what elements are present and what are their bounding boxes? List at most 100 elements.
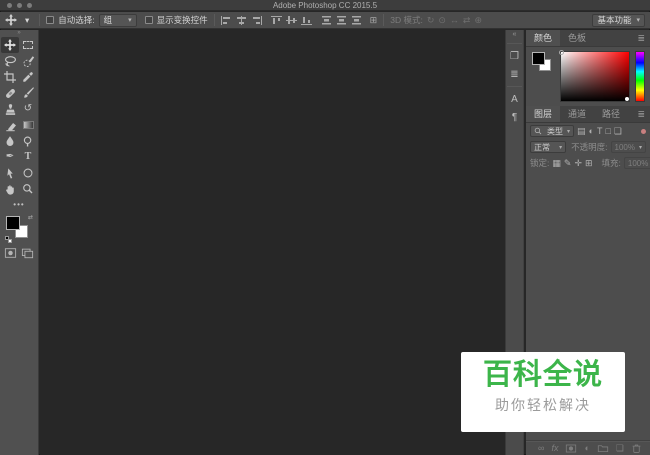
3d-drag-button[interactable]: ↔ (450, 15, 459, 25)
tab-swatches[interactable]: 色板 (560, 30, 594, 46)
history-brush-tool[interactable]: ↺ (19, 101, 37, 117)
distribute-vertical-centers-button[interactable] (335, 15, 347, 25)
3d-roll-button[interactable]: ⊙ (438, 15, 446, 25)
adjustment-layer-button[interactable]: ◐ (584, 443, 589, 453)
filter-toggle-light[interactable] (641, 128, 646, 134)
gradient-tool[interactable] (19, 117, 37, 133)
fill-label: 填充: (601, 158, 621, 168)
type-icon: T (24, 151, 32, 162)
canvas-pasteboard[interactable] (40, 30, 505, 455)
path-selection-tool[interactable] (1, 165, 19, 181)
default-bg-icon (8, 239, 12, 243)
tab-color[interactable]: 颜色 (526, 30, 561, 46)
auto-select-dropdown[interactable]: 组 ▾ (98, 13, 137, 27)
default-colors-button[interactable] (5, 236, 12, 243)
ellipse-tool[interactable] (19, 165, 37, 181)
opacity-dropdown[interactable]: 100% ▾ (610, 141, 646, 153)
color-field-cursor[interactable] (559, 50, 564, 55)
move-tool[interactable] (1, 37, 19, 53)
auto-select-value: 组 (103, 15, 113, 25)
color-fg-swatch[interactable] (532, 52, 545, 65)
fill-dropdown[interactable]: 100% ▾ (623, 157, 650, 169)
chevron-down-icon: ▾ (128, 16, 132, 24)
lock-artboard-button[interactable]: ⊞ (585, 158, 593, 168)
lock-transparent-pixels-button[interactable]: ▦ (552, 158, 561, 168)
tool-preset-caret-icon[interactable]: ▾ (21, 14, 33, 27)
3d-rotate-button[interactable]: ↻ (427, 15, 435, 25)
align-left-edges-button[interactable] (220, 15, 232, 25)
color-panel-menu-icon[interactable]: ≣ (632, 30, 650, 46)
crop-tool[interactable] (1, 69, 19, 85)
quick-selection-tool[interactable] (19, 53, 37, 69)
clone-stamp-tool[interactable] (1, 101, 19, 117)
saturation-brightness-field[interactable] (559, 50, 630, 102)
filter-type-button[interactable]: T (597, 126, 603, 136)
hue-slider[interactable] (635, 51, 645, 102)
layers-panel-menu-icon[interactable]: ≣ (632, 106, 650, 122)
brush-tool[interactable] (19, 85, 37, 101)
filter-smart-object-button[interactable]: ❏ (614, 126, 622, 136)
edit-toolbar-button[interactable]: ••• (0, 200, 38, 209)
quick-mask-button[interactable] (4, 247, 17, 259)
distribute-spacing-button[interactable]: ⊞ (370, 15, 378, 25)
new-group-button[interactable] (597, 443, 609, 454)
zoom-tool[interactable] (19, 181, 37, 197)
align-bottom-edges-button[interactable] (300, 15, 312, 25)
divider (39, 14, 41, 26)
foreground-color-swatch[interactable] (6, 216, 20, 230)
3d-slide-button[interactable]: ⇄ (463, 15, 471, 25)
filter-shape-button[interactable]: □ (605, 126, 610, 136)
align-right-edges-button[interactable] (250, 15, 262, 25)
eyedropper-tool[interactable] (19, 69, 37, 85)
character-panel-button[interactable]: A (505, 90, 524, 108)
delete-layer-button[interactable] (631, 443, 642, 454)
3d-scale-button[interactable]: ⊕ (474, 15, 482, 25)
window-title: Adobe Photoshop CC 2015.5 (272, 1, 378, 10)
align-horizontal-centers-button[interactable] (235, 15, 247, 25)
distribute-bottom-edges-button[interactable] (350, 15, 362, 25)
align-vertical-centers-button[interactable] (285, 15, 297, 25)
workspace-switcher[interactable]: 基本功能 ▾ (592, 13, 645, 27)
blur-tool[interactable] (1, 133, 19, 149)
healing-brush-tool[interactable] (1, 85, 19, 101)
filter-kind-dropdown[interactable]: 类型 ▾ (530, 125, 575, 137)
layer-style-button[interactable]: fx (551, 443, 558, 453)
auto-select-checkbox[interactable] (46, 16, 55, 24)
lock-position-button[interactable]: ✛ (574, 158, 582, 168)
move-tool-preset-icon[interactable] (5, 14, 17, 26)
new-layer-button[interactable]: ❏ (616, 443, 624, 453)
crop-icon (4, 71, 16, 83)
marquee-tool[interactable] (19, 37, 37, 53)
add-layer-mask-button[interactable] (565, 443, 577, 454)
dodge-tool[interactable] (19, 133, 37, 149)
tab-channels[interactable]: 通道 (560, 106, 594, 122)
distribute-top-edges-button[interactable] (320, 15, 332, 25)
history-panel-button[interactable]: ❐ (505, 47, 524, 65)
hand-tool[interactable] (1, 181, 19, 197)
show-transform-label: 显示变换控件 (156, 15, 208, 25)
link-layers-button[interactable]: ∞ (538, 443, 544, 453)
tools-panel: » ↺ ✒ T ••• ⇄ (0, 30, 39, 455)
properties-panel-button[interactable]: ≣ (505, 65, 524, 83)
dodge-icon (23, 135, 32, 146)
expand-panels-button[interactable]: « (513, 30, 517, 40)
filter-adjustment-button[interactable]: ◐ (589, 126, 594, 136)
eraser-icon (5, 122, 16, 131)
ellipse-icon (23, 168, 33, 178)
paragraph-panel-button[interactable]: ¶ (505, 108, 524, 126)
lasso-tool[interactable] (1, 53, 19, 69)
blend-mode-dropdown[interactable]: 正常 ▾ (530, 141, 567, 153)
title-bar[interactable]: Adobe Photoshop CC 2015.5 (0, 0, 650, 11)
toolbar-grip-icon[interactable]: » (17, 30, 20, 36)
filter-image-button[interactable]: ▤ (577, 126, 586, 136)
eraser-tool[interactable] (1, 117, 19, 133)
lock-image-pixels-button[interactable]: ✎ (564, 158, 572, 168)
type-tool[interactable]: T (19, 149, 37, 165)
pen-tool[interactable]: ✒ (1, 149, 19, 165)
show-transform-checkbox[interactable] (144, 16, 153, 24)
align-top-edges-button[interactable] (270, 15, 282, 25)
tab-layers[interactable]: 图层 (526, 106, 561, 122)
swap-colors-button[interactable]: ⇄ (28, 215, 33, 221)
tab-paths[interactable]: 路径 (594, 106, 628, 122)
screen-mode-button[interactable] (21, 247, 34, 259)
